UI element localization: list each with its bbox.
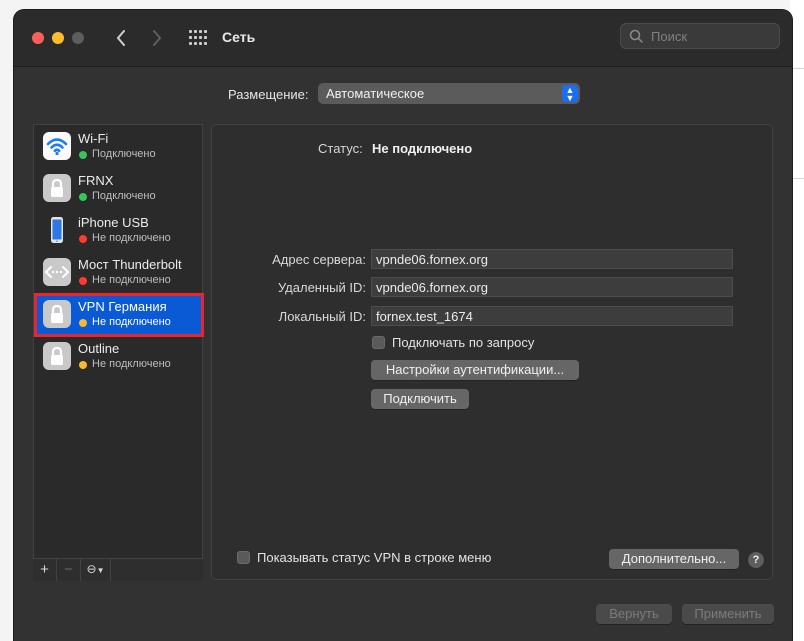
remote-id-input[interactable] bbox=[371, 277, 733, 297]
status-dot bbox=[79, 193, 87, 201]
search-icon bbox=[629, 29, 643, 43]
service-status: Не подключено bbox=[92, 274, 171, 286]
service-item-thunderbolt-bridge[interactable]: Мост Thunderbolt Не подключено bbox=[34, 251, 202, 293]
service-item-vpn-germany[interactable]: VPN Германия Не подключено bbox=[34, 293, 202, 335]
background-divider bbox=[790, 178, 804, 179]
lock-icon bbox=[43, 300, 71, 328]
service-name: Outline bbox=[78, 341, 120, 356]
service-name: VPN Германия bbox=[78, 299, 167, 314]
remove-service-button[interactable]: − bbox=[57, 559, 81, 581]
wifi-icon bbox=[43, 132, 71, 160]
background-page bbox=[790, 0, 804, 641]
show-vpn-status-checkbox[interactable] bbox=[237, 551, 250, 564]
service-status: Подключено bbox=[92, 148, 156, 160]
authentication-settings-button[interactable]: Настройки аутентификации... bbox=[371, 360, 579, 380]
status-label: Статус: bbox=[318, 141, 363, 156]
chevron-left-icon bbox=[116, 30, 125, 46]
add-service-button[interactable]: + bbox=[33, 559, 57, 581]
up-down-arrows-icon: ▲ ▼ bbox=[562, 85, 578, 103]
zoom-window-button[interactable] bbox=[72, 32, 84, 44]
status-dot bbox=[79, 235, 87, 243]
back-button[interactable] bbox=[110, 26, 132, 50]
search-placeholder: Поиск bbox=[651, 29, 688, 44]
service-name: Wi-Fi bbox=[78, 131, 109, 146]
action-menu-button[interactable]: ⊖▼ bbox=[81, 559, 111, 581]
show-vpn-status-label: Показывать статус VPN в строке меню bbox=[257, 550, 492, 565]
service-name: FRNX bbox=[78, 173, 114, 188]
network-preferences-window: Сеть Поиск Размещение: Автоматическое ▲ ▼… bbox=[14, 10, 792, 641]
window-title: Сеть bbox=[222, 29, 256, 45]
action-icon: ⊖ bbox=[86, 562, 97, 576]
service-list: Wi-Fi Подключено FRNX Подключено iPhone … bbox=[33, 124, 203, 580]
service-name: Мост Thunderbolt bbox=[78, 257, 182, 272]
vpn-detail-pane bbox=[211, 124, 773, 580]
advanced-button[interactable]: Дополнительно... bbox=[609, 549, 739, 569]
thunderbolt-bridge-icon bbox=[43, 258, 71, 286]
service-name: iPhone USB bbox=[78, 215, 149, 230]
help-button[interactable]: ? bbox=[748, 552, 764, 568]
location-label: Размещение: bbox=[228, 87, 309, 102]
revert-button[interactable]: Вернуть bbox=[596, 604, 672, 624]
connect-on-demand-checkbox[interactable] bbox=[372, 336, 385, 349]
search-field[interactable]: Поиск bbox=[620, 23, 780, 49]
chevron-down-icon: ▼ bbox=[96, 566, 105, 575]
service-item-iphone-usb[interactable]: iPhone USB Не подключено bbox=[34, 209, 202, 251]
service-status: Не подключено bbox=[92, 358, 171, 370]
service-item-frnx[interactable]: FRNX Подключено bbox=[34, 167, 202, 209]
status-dot bbox=[79, 277, 87, 285]
local-id-input[interactable] bbox=[371, 306, 733, 326]
connect-on-demand-label: Подключать по запросу bbox=[392, 335, 535, 350]
close-window-button[interactable] bbox=[32, 32, 44, 44]
status-value: Не подключено bbox=[372, 141, 473, 156]
service-item-wifi[interactable]: Wi-Fi Подключено bbox=[34, 125, 202, 167]
service-status: Не подключено bbox=[92, 232, 171, 244]
sidebar-toolbar: + − ⊖▼ bbox=[33, 558, 203, 581]
connect-button[interactable]: Подключить bbox=[371, 389, 469, 409]
remote-id-label: Удаленный ID: bbox=[277, 280, 366, 295]
chevron-right-icon bbox=[153, 30, 162, 46]
lock-icon bbox=[43, 342, 71, 370]
server-address-label: Адрес сервера: bbox=[272, 252, 366, 267]
minimize-window-button[interactable] bbox=[52, 32, 64, 44]
location-popup[interactable]: Автоматическое ▲ ▼ bbox=[318, 83, 580, 104]
status-dot bbox=[79, 361, 87, 369]
lock-icon bbox=[43, 174, 71, 202]
server-address-input[interactable] bbox=[371, 249, 733, 269]
title-bar: Сеть Поиск bbox=[14, 10, 792, 67]
status-dot bbox=[79, 151, 87, 159]
service-item-outline[interactable]: Outline Не подключено bbox=[34, 335, 202, 377]
local-id-label: Локальный ID: bbox=[278, 309, 366, 324]
background-divider bbox=[790, 68, 804, 69]
forward-button[interactable] bbox=[146, 26, 168, 50]
service-status: Подключено bbox=[92, 190, 156, 202]
apply-button[interactable]: Применить bbox=[682, 604, 774, 624]
show-all-grid-icon[interactable] bbox=[189, 30, 207, 46]
location-value: Автоматическое bbox=[326, 86, 425, 101]
status-dot bbox=[79, 319, 87, 327]
iphone-icon bbox=[43, 216, 71, 244]
service-status: Не подключено bbox=[92, 316, 171, 328]
